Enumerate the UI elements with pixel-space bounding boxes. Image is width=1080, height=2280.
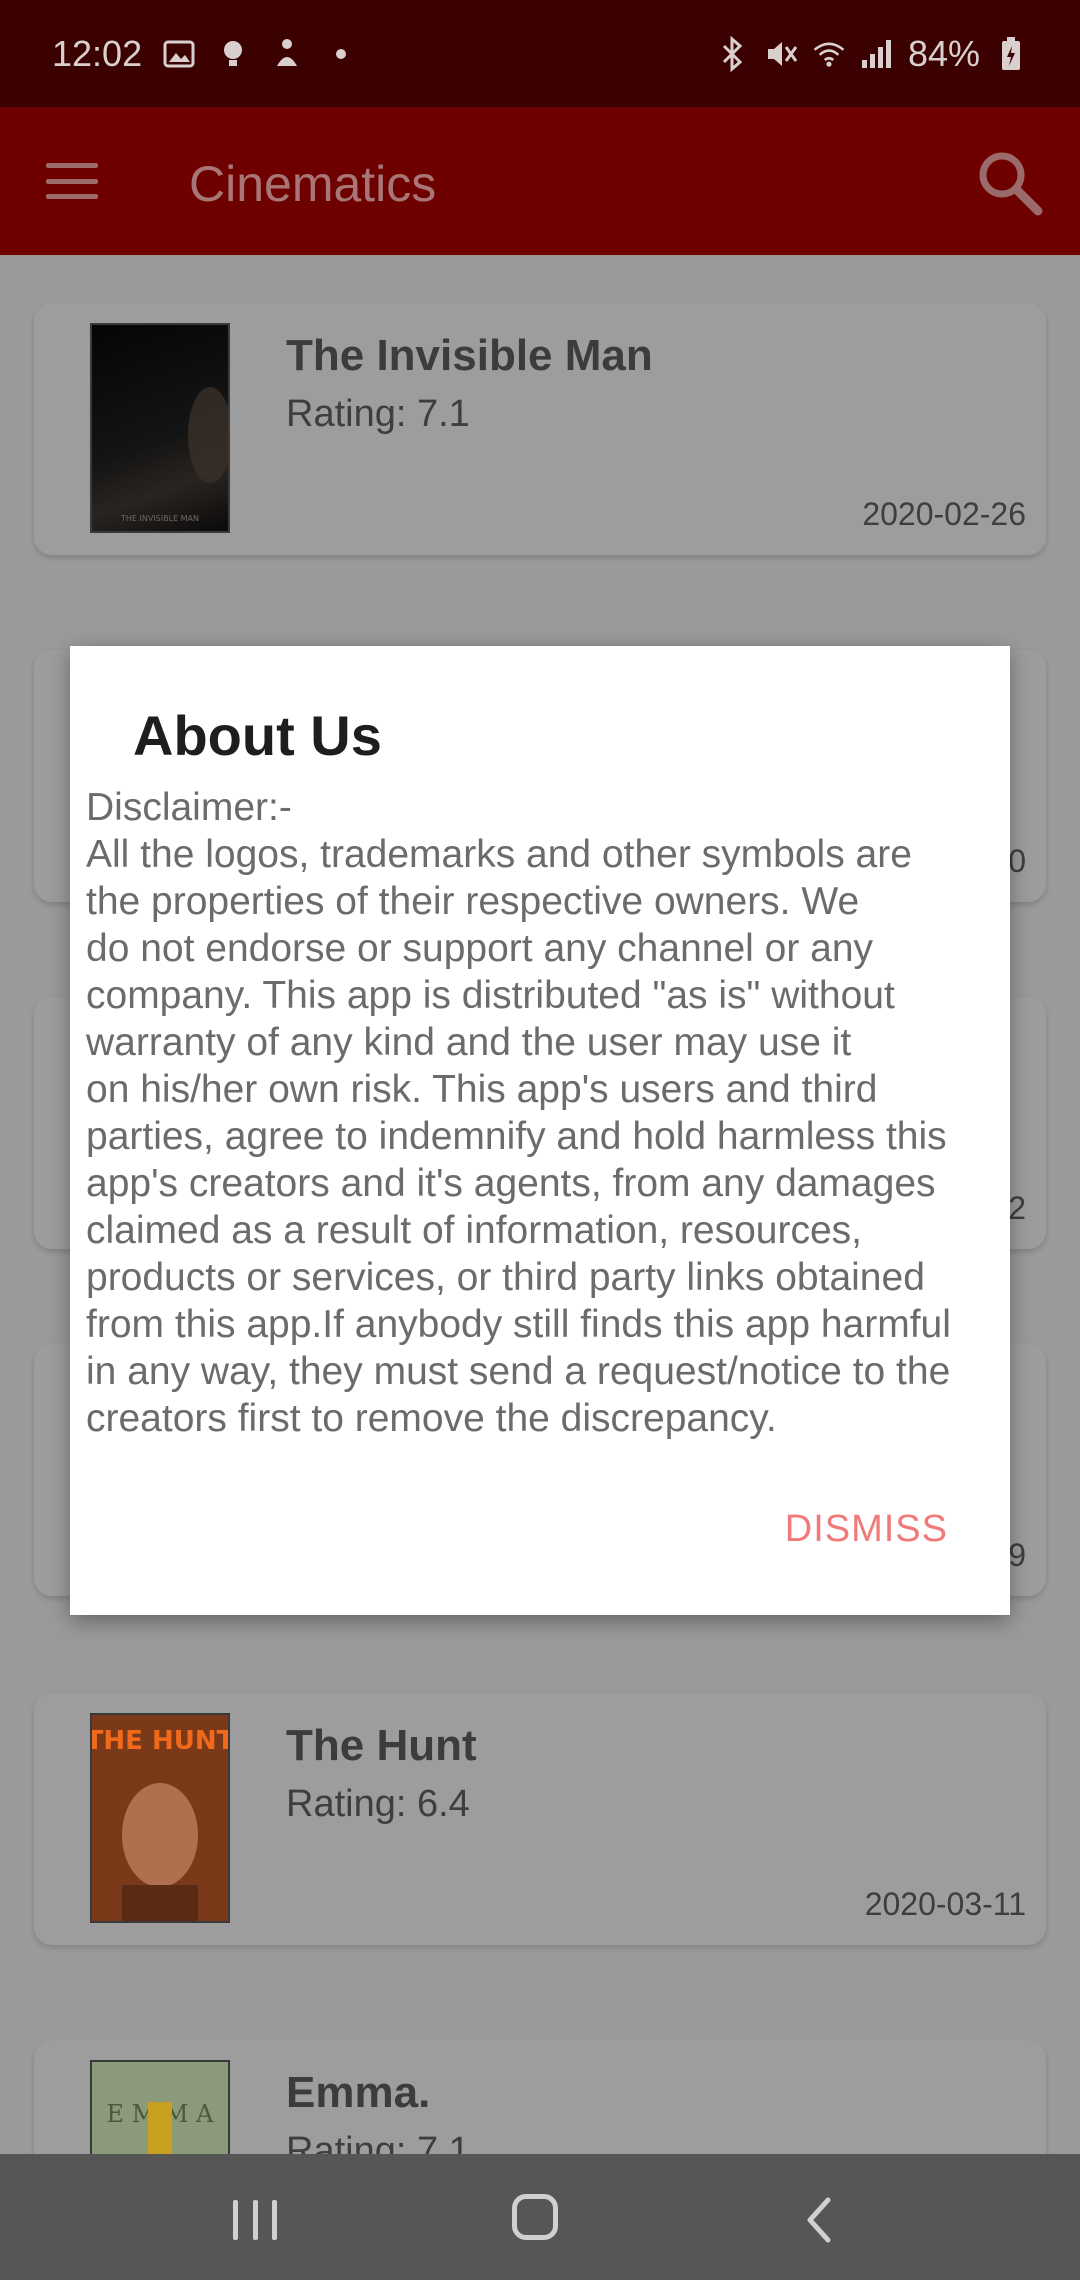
svg-text:THE INVISIBLE MAN: THE INVISIBLE MAN [120, 514, 199, 523]
dialog-title: About Us [133, 704, 382, 767]
movie-poster: E M M A [90, 2060, 230, 2154]
back-icon[interactable] [800, 2196, 840, 2244]
home-icon[interactable] [512, 2194, 558, 2240]
navigation-bar [0, 2154, 1080, 2280]
recents-icon[interactable] [233, 2200, 277, 2240]
search-icon[interactable] [974, 147, 1044, 217]
movie-title: Emma. [286, 2068, 431, 2117]
about-dialog: About Us Disclaimer:- All the logos, tra… [70, 646, 1010, 1615]
movie-release-date: 9 [1008, 1537, 1026, 1573]
app-bar: Cinematics [0, 107, 1080, 255]
movie-title: The Invisible Man [286, 331, 653, 380]
menu-icon[interactable] [46, 163, 98, 199]
movie-poster: THE HUNT [86, 1713, 235, 1923]
app-title: Cinematics [189, 156, 437, 212]
movie-rating: Rating: 7.1 [286, 2130, 470, 2154]
wifi-icon [812, 34, 846, 74]
battery-percent: 84% [907, 32, 980, 74]
movie-release-date: 2020-02-26 [862, 496, 1026, 532]
movie-card[interactable]: E M M A Emma. Rating: 7.1 [34, 2040, 1046, 2154]
dismiss-button[interactable]: DISMISS [785, 1508, 948, 1551]
bluetooth-icon [716, 34, 750, 74]
movie-card[interactable]: THE INVISIBLE MAN The Invisible Man Rati… [34, 303, 1046, 555]
bulb-icon [216, 34, 250, 74]
movie-poster: THE INVISIBLE MAN [90, 323, 232, 533]
mute-icon [764, 34, 798, 74]
image-icon [162, 34, 196, 74]
status-time: 12:02 [52, 32, 143, 74]
dot-icon [324, 34, 358, 74]
movie-rating: Rating: 6.4 [286, 1783, 470, 1825]
svg-text:THE HUNT: THE HUNT [92, 1726, 228, 1756]
movie-card[interactable]: THE HUNT The Hunt Rating: 6.4 2020-03-11 [34, 1693, 1046, 1945]
dialog-disclaimer-text: Disclaimer:- All the logos, trademarks a… [86, 786, 951, 1440]
status-bar: 12:02 84% [0, 0, 1080, 107]
movie-release-date: 0 [1008, 843, 1026, 879]
battery-icon [994, 34, 1028, 74]
movie-release-date: 2020-03-11 [864, 1886, 1026, 1922]
movie-release-date: 2 [1008, 1190, 1026, 1226]
movie-rating: Rating: 7.1 [286, 393, 470, 435]
signal-icon [860, 34, 894, 74]
movie-title: The Hunt [286, 1721, 477, 1770]
figure-icon [270, 34, 304, 74]
